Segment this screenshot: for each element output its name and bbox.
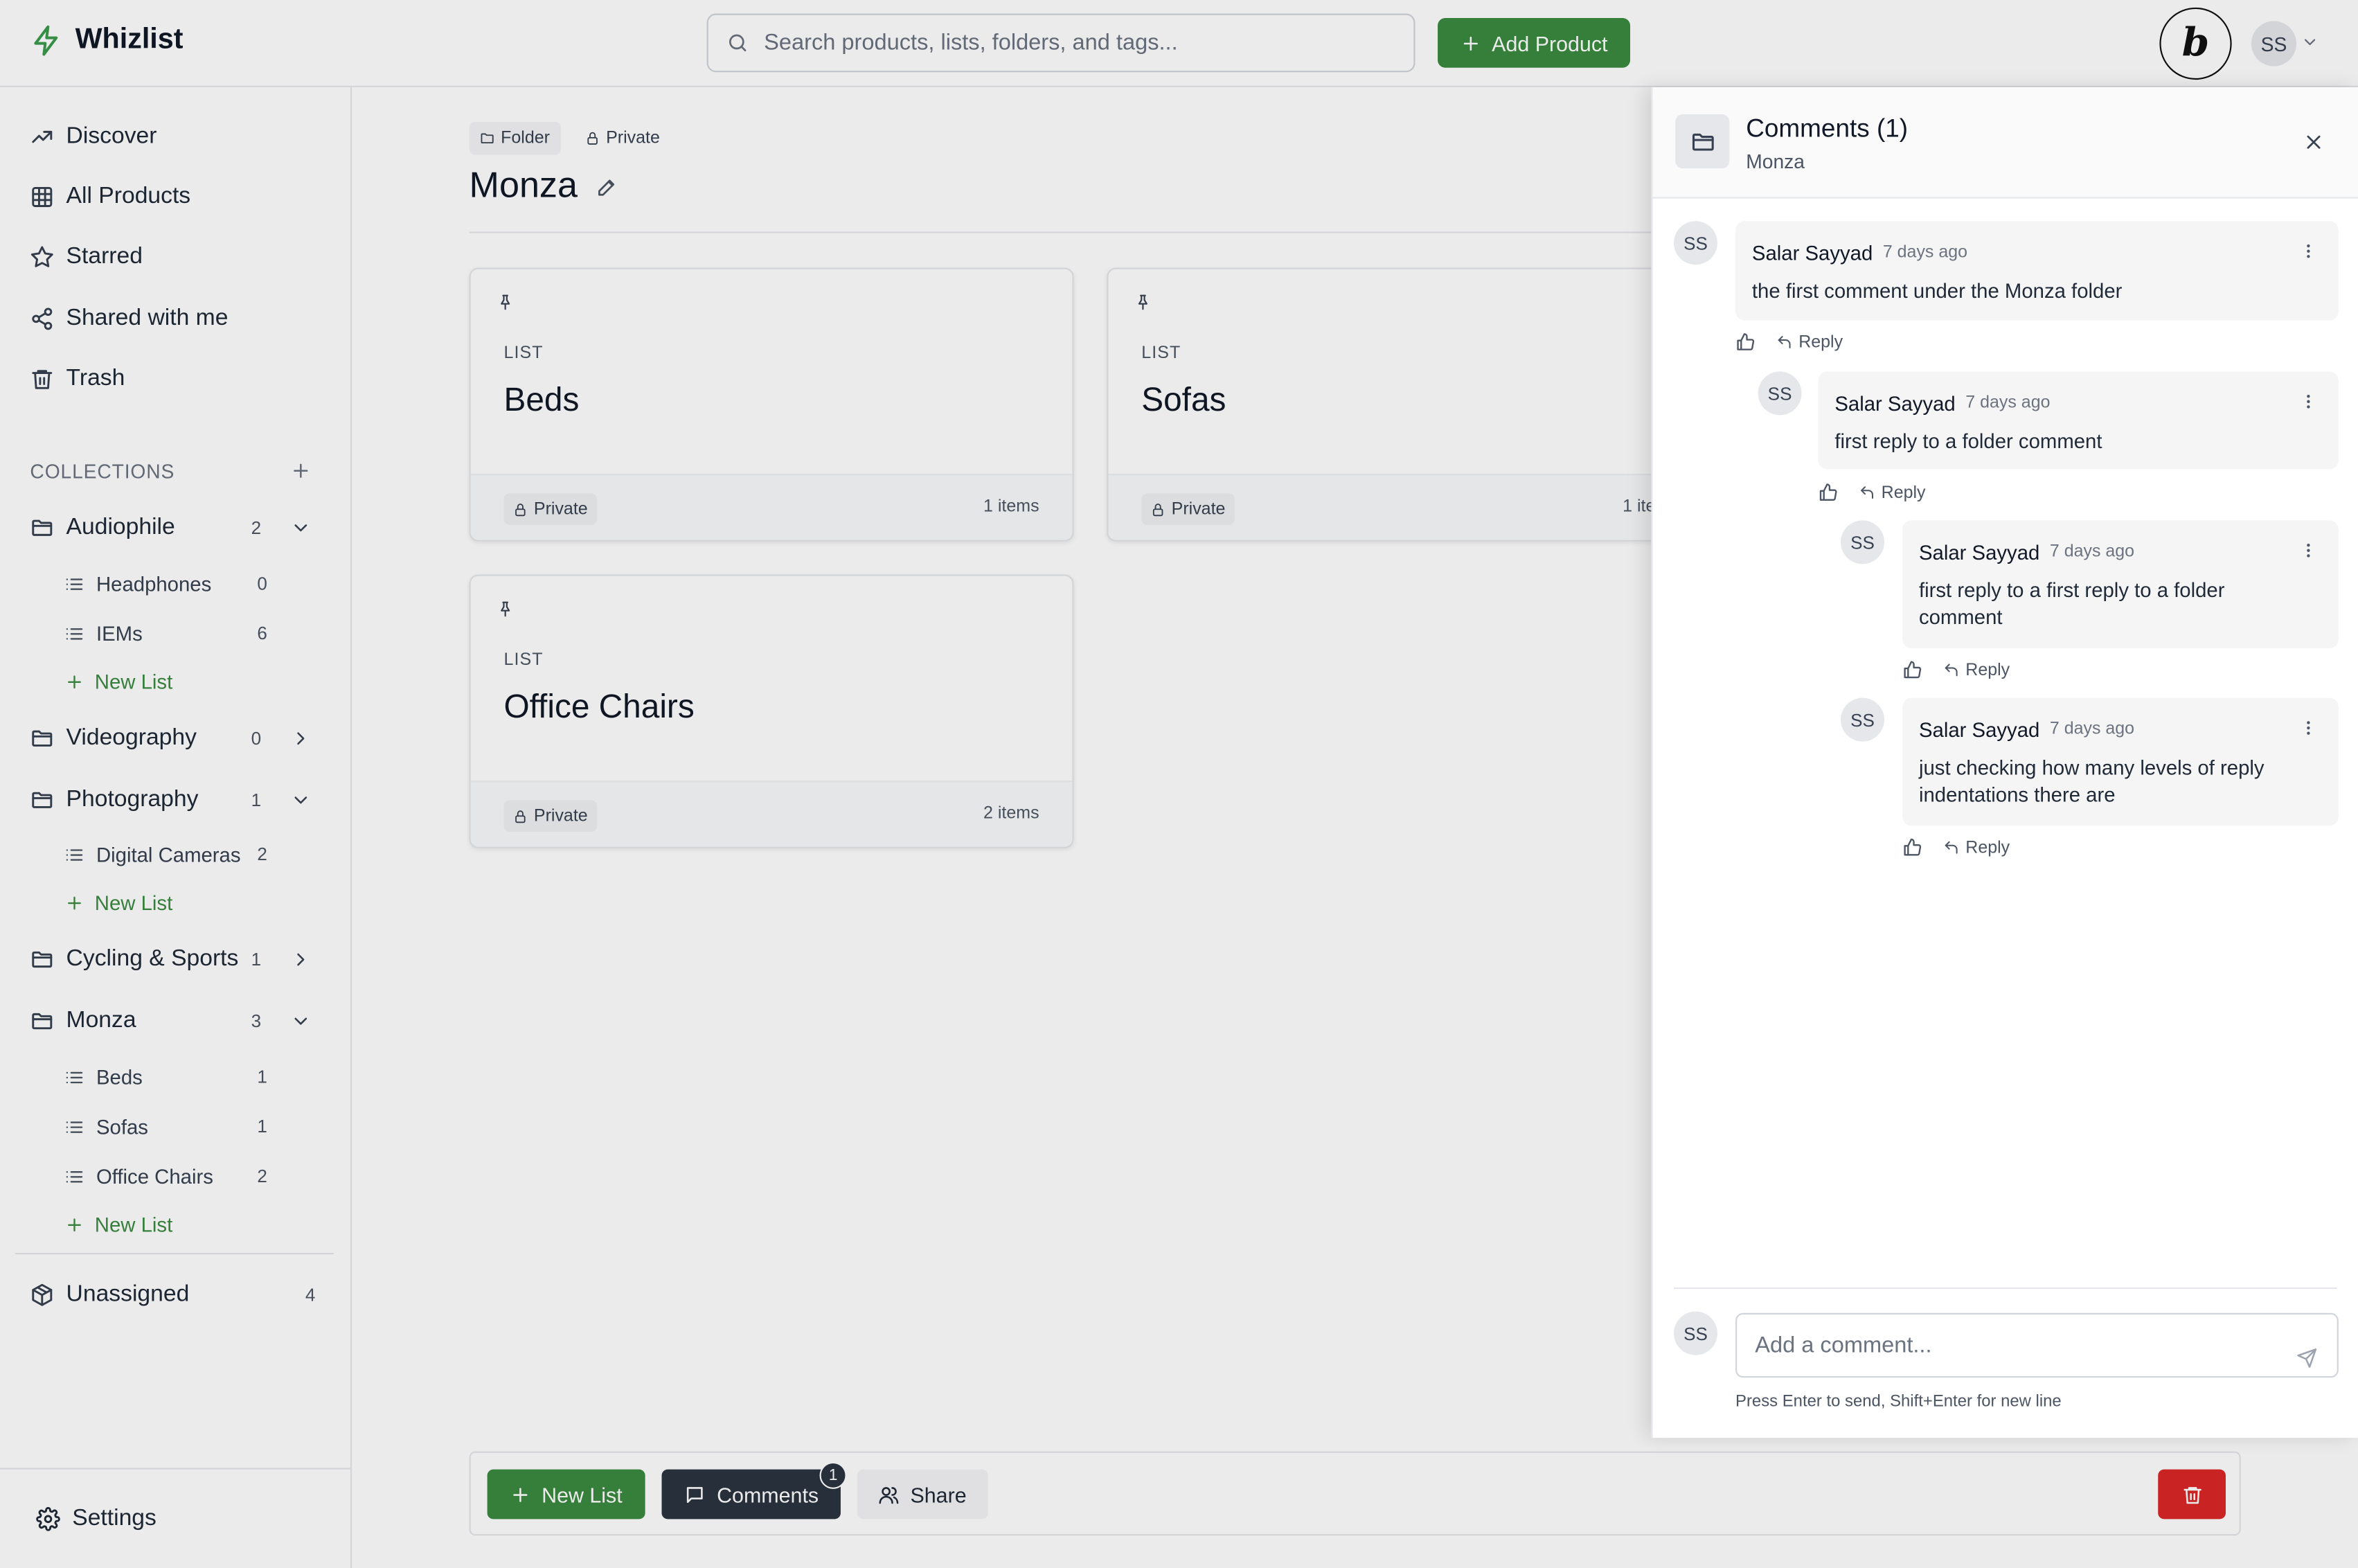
reply-button[interactable]: Reply — [1943, 839, 2010, 857]
comment-bubble: Salar Sayyad 7 days ago just checking ho… — [1902, 697, 2339, 826]
more-vertical-icon[interactable] — [2299, 242, 2317, 260]
comment-text: the first comment under the Monza folder — [1751, 279, 2123, 303]
comment-text: first reply to a folder comment — [1834, 430, 2102, 453]
comments-panel-header: Comments (1) Monza — [1652, 87, 2358, 199]
more-vertical-icon[interactable] — [2299, 542, 2317, 560]
folder-icon — [1675, 114, 1730, 169]
comment-text: first reply to a first reply to a folder… — [1918, 579, 2225, 629]
composer-hint: Press Enter to send, Shift+Enter for new… — [1735, 1392, 2062, 1411]
reply-icon — [1943, 839, 1960, 856]
comments-panel-subtitle: Monza — [1746, 150, 1805, 173]
thumbs-up-icon[interactable] — [1735, 332, 1755, 352]
comment-author: Salar Sayyad — [1834, 392, 1956, 416]
comment-bubble: Salar Sayyad 7 days ago the first commen… — [1735, 221, 2339, 321]
reply-label: Reply — [1965, 838, 2010, 857]
composer-divider — [1673, 1287, 2337, 1290]
thumbs-up-icon[interactable] — [1902, 660, 1922, 679]
comment-avatar: SS — [1841, 520, 1885, 564]
comment-avatar: SS — [1673, 221, 1717, 265]
comment-avatar: SS — [1841, 697, 1885, 742]
comment-text: just checking how many levels of reply i… — [1918, 756, 2265, 806]
comment-avatar: SS — [1758, 371, 1802, 416]
reply-label: Reply — [1965, 661, 2010, 679]
reply-icon — [1776, 334, 1793, 350]
comment-actions: Reply — [1735, 332, 1843, 352]
comment-time: 7 days ago — [1965, 393, 2051, 413]
comment-bubble: Salar Sayyad 7 days ago first reply to a… — [1902, 520, 2339, 648]
reply-icon — [1943, 662, 1960, 679]
comment-author: Salar Sayyad — [1751, 242, 1873, 265]
reply-icon — [1859, 484, 1875, 501]
comment-time: 7 days ago — [2049, 720, 2135, 739]
reply-button[interactable]: Reply — [1859, 483, 1926, 502]
comments-panel-title: Comments (1) — [1746, 114, 1909, 143]
more-vertical-icon[interactable] — [2299, 719, 2317, 737]
reply-button[interactable]: Reply — [1776, 333, 1843, 351]
composer-avatar: SS — [1673, 1311, 1717, 1355]
comment-time: 7 days ago — [1882, 243, 1968, 262]
comment-author: Salar Sayyad — [1918, 719, 2040, 742]
reply-label: Reply — [1798, 333, 1843, 352]
comment-time: 7 days ago — [2049, 542, 2135, 562]
reply-button[interactable]: Reply — [1943, 661, 2010, 679]
app-window: Whizlist Add Product b SS Discover — [0, 0, 2358, 1568]
send-icon[interactable] — [2296, 1348, 2317, 1369]
more-vertical-icon[interactable] — [2299, 393, 2317, 411]
comment-bubble: Salar Sayyad 7 days ago first reply to a… — [1818, 371, 2339, 470]
thumbs-up-icon[interactable] — [1818, 483, 1837, 502]
comment-actions: Reply — [1818, 483, 1926, 502]
thumbs-up-icon[interactable] — [1902, 838, 1922, 857]
comments-panel: Comments (1) Monza SS Salar Sayyad 7 day… — [1651, 87, 2358, 1438]
comment-composer[interactable] — [1735, 1312, 2339, 1378]
comment-actions: Reply — [1902, 838, 2010, 857]
reply-label: Reply — [1881, 483, 1926, 502]
comment-actions: Reply — [1902, 660, 2010, 679]
comment-input[interactable] — [1755, 1333, 2282, 1366]
comment-author: Salar Sayyad — [1918, 541, 2040, 564]
close-icon[interactable] — [2303, 131, 2325, 154]
